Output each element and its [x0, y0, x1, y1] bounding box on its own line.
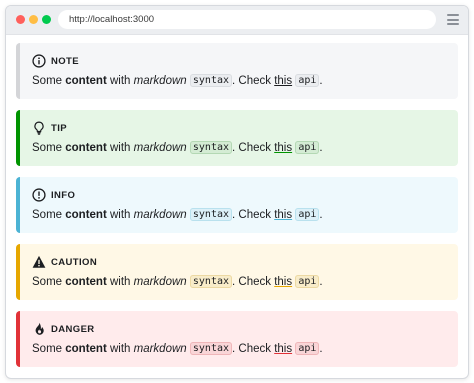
- admonition-tip: TIP Some content with markdown syntax. C…: [16, 110, 458, 166]
- body-text: . Check: [232, 276, 275, 288]
- exclamation-circle-icon: [32, 188, 46, 202]
- body-text: with: [106, 209, 134, 221]
- admonition-title: CAUTION: [51, 256, 98, 268]
- browser-window: http://localhost:3000 NOTE Some content …: [5, 5, 469, 379]
- body-text: with: [106, 142, 134, 154]
- admonition-title: TIP: [51, 122, 67, 134]
- hamburger-menu-icon[interactable]: [447, 14, 459, 25]
- flame-icon: [32, 322, 46, 336]
- link[interactable]: this: [274, 142, 292, 154]
- body-text: .: [319, 343, 323, 355]
- inline-code: api: [295, 74, 320, 87]
- admonition-info: INFO Some content with markdown syntax. …: [16, 177, 458, 233]
- admonition-heading: TIP: [32, 120, 458, 136]
- body-text: . Check: [232, 343, 275, 355]
- admonition-body: Some content with markdown syntax. Check…: [32, 342, 458, 355]
- italic-text: markdown: [133, 209, 187, 221]
- body-text: Some: [32, 343, 66, 355]
- body-text: Some: [32, 209, 66, 221]
- inline-code: syntax: [189, 208, 233, 221]
- body-text: with: [106, 276, 134, 288]
- admonition-body: Some content with markdown syntax. Check…: [32, 141, 458, 154]
- italic-text: markdown: [133, 276, 187, 288]
- lightbulb-icon: [32, 121, 46, 135]
- body-text: . Check: [232, 209, 275, 221]
- admonition-body: Some content with markdown syntax. Check…: [32, 275, 458, 288]
- warning-triangle-icon: [32, 255, 46, 269]
- admonition-heading: CAUTION: [32, 254, 458, 270]
- address-bar[interactable]: http://localhost:3000: [58, 10, 436, 29]
- inline-code: syntax: [189, 74, 233, 87]
- body-text: Some: [32, 276, 66, 288]
- bold-text: content: [65, 343, 107, 355]
- italic-text: markdown: [133, 343, 187, 355]
- italic-text: markdown: [133, 142, 187, 154]
- info-circle-icon: [32, 54, 46, 68]
- body-text: .: [319, 209, 323, 221]
- body-text: Some: [32, 75, 66, 87]
- admonition-caution: CAUTION Some content with markdown synta…: [16, 244, 458, 300]
- admonition-heading: NOTE: [32, 53, 458, 69]
- link[interactable]: this: [274, 343, 292, 355]
- admonition-title: NOTE: [51, 55, 79, 67]
- inline-code: syntax: [189, 342, 233, 355]
- link[interactable]: this: [274, 209, 292, 221]
- inline-code: api: [295, 342, 320, 355]
- bold-text: content: [65, 142, 107, 154]
- body-text: Some: [32, 142, 66, 154]
- bold-text: content: [65, 276, 107, 288]
- body-text: . Check: [232, 142, 275, 154]
- minimize-window-button[interactable]: [29, 15, 38, 24]
- page-content: NOTE Some content with markdown syntax. …: [16, 43, 458, 378]
- admonition-note: NOTE Some content with markdown syntax. …: [16, 43, 458, 99]
- inline-code: syntax: [189, 141, 233, 154]
- body-text: .: [319, 276, 323, 288]
- admonition-title: DANGER: [51, 323, 95, 335]
- body-text: .: [319, 142, 323, 154]
- admonition-body: Some content with markdown syntax. Check…: [32, 208, 458, 221]
- body-text: with: [106, 343, 134, 355]
- inline-code: api: [295, 208, 320, 221]
- link[interactable]: this: [274, 75, 292, 87]
- browser-titlebar: http://localhost:3000: [6, 6, 468, 35]
- admonition-heading: DANGER: [32, 321, 458, 337]
- admonition-heading: INFO: [32, 187, 458, 203]
- maximize-window-button[interactable]: [42, 15, 51, 24]
- italic-text: markdown: [133, 75, 187, 87]
- bold-text: content: [65, 209, 107, 221]
- body-text: .: [319, 75, 323, 87]
- inline-code: api: [295, 275, 320, 288]
- admonition-title: INFO: [51, 189, 76, 201]
- body-text: with: [106, 75, 134, 87]
- admonition-danger: DANGER Some content with markdown syntax…: [16, 311, 458, 367]
- body-text: . Check: [232, 75, 275, 87]
- inline-code: api: [295, 141, 320, 154]
- inline-code: syntax: [189, 275, 233, 288]
- close-window-button[interactable]: [16, 15, 25, 24]
- bold-text: content: [65, 75, 107, 87]
- admonition-body: Some content with markdown syntax. Check…: [32, 74, 458, 87]
- link[interactable]: this: [274, 276, 292, 288]
